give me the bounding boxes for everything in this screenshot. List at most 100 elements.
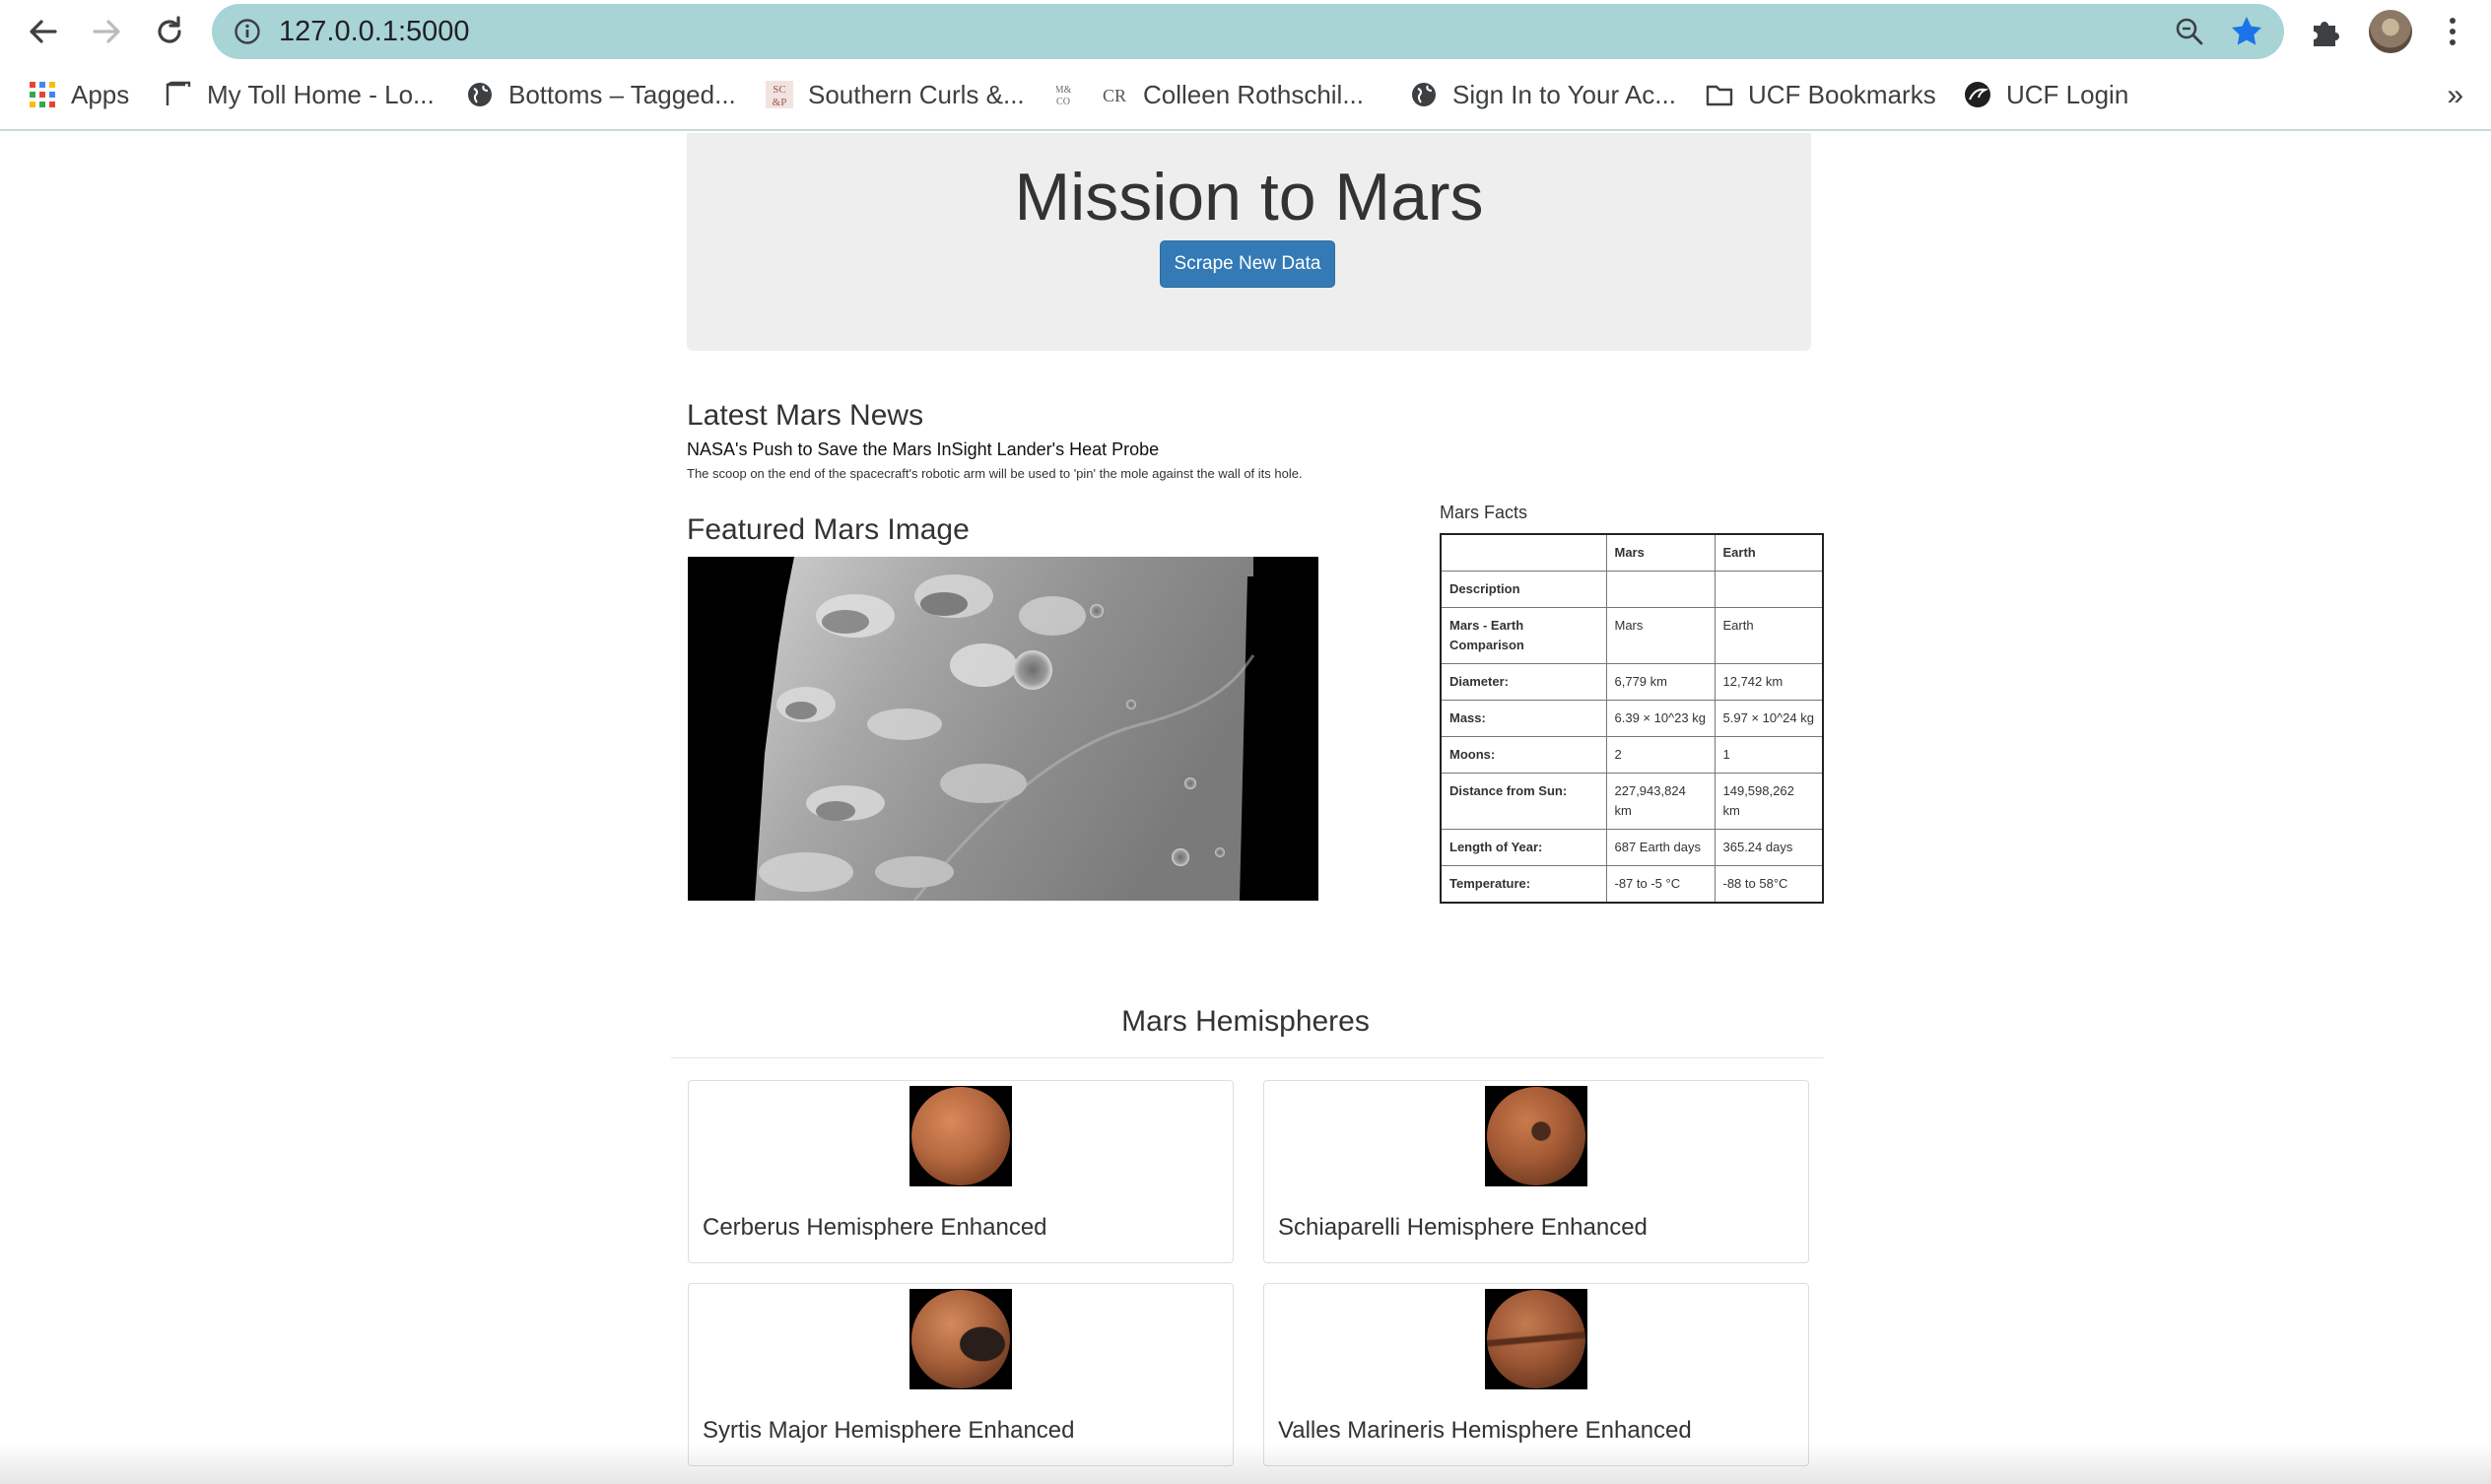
more-bookmarks-chevron-icon[interactable]: » xyxy=(2447,79,2463,112)
facts-mars-cell: 687 Earth days xyxy=(1605,829,1716,866)
scroll-shadow xyxy=(0,1444,2491,1484)
facts-row-label: Temperature: xyxy=(1440,865,1607,904)
schiaparelli-hemisphere-image xyxy=(1487,1087,1585,1185)
latest-news-heading: Latest Mars News xyxy=(687,399,924,432)
facts-row: Temperature: -87 to -5 °C -88 to 58°C xyxy=(1440,865,1824,904)
bookmark-sign-in[interactable]: Sign In to Your Ac... xyxy=(1409,77,1676,112)
jumbotron-header: Mission to Mars Scrape New Data xyxy=(687,133,1811,351)
facts-row-label: Mass: xyxy=(1440,700,1607,737)
facts-row: Mass: 6.39 × 10^23 kg 5.97 × 10^24 kg xyxy=(1440,700,1824,737)
hemisphere-title: Cerberus Hemisphere Enhanced xyxy=(703,1214,1047,1241)
facts-earth-cell: 365.24 days xyxy=(1714,829,1824,866)
facts-earth-cell: -88 to 58°C xyxy=(1714,865,1824,904)
mars-facts-heading: Mars Facts xyxy=(1440,503,1528,522)
svg-text:M&: M& xyxy=(1056,85,1072,96)
bookmarks-bar: Apps My Toll Home - Lo... Bottoms – Tagg… xyxy=(0,69,2491,120)
scrape-new-data-button[interactable]: Scrape New Data xyxy=(1160,240,1335,288)
browser-chrome: 127.0.0.1:5000 Apps My Toll Home - Lo...… xyxy=(0,0,2491,131)
hemisphere-card-syrtis-major[interactable]: Syrtis Major Hemisphere Enhanced xyxy=(688,1283,1234,1466)
news-paragraph: The scoop on the end of the spacecraft's… xyxy=(687,466,1303,481)
mars-surface-image xyxy=(688,557,1318,901)
facts-row-label: Description xyxy=(1440,571,1607,608)
facts-mars-cell xyxy=(1605,571,1716,608)
facts-row: Moons: 2 1 xyxy=(1440,736,1824,774)
hemisphere-thumbnail[interactable] xyxy=(909,1289,1012,1389)
hemisphere-title: Valles Marineris Hemisphere Enhanced xyxy=(1278,1417,1692,1444)
facts-row: Description xyxy=(1440,571,1824,608)
section-divider xyxy=(671,1057,1824,1058)
bookmark-southern-curls[interactable]: SC &P Southern Curls &... xyxy=(765,77,1025,112)
apps-grid-icon xyxy=(30,82,55,107)
facts-earth-cell xyxy=(1714,571,1824,608)
ucf-logo-icon xyxy=(1965,82,1990,107)
facts-mars-cell: 6,779 km xyxy=(1605,663,1716,701)
mars-facts-table: Mars Earth Description Mars - Earth Comp… xyxy=(1440,533,1824,904)
facts-row-label: Distance from Sun: xyxy=(1440,773,1607,830)
facts-header-row: Mars Earth xyxy=(1440,533,1824,572)
hemisphere-title: Schiaparelli Hemisphere Enhanced xyxy=(1278,1214,1648,1241)
forward-arrow-icon xyxy=(93,20,120,43)
bookmark-label: Colleen Rothschil... xyxy=(1143,79,1364,109)
bookmark-label: Bottoms – Tagged... xyxy=(508,79,736,109)
more-menu-icon[interactable] xyxy=(2441,12,2464,51)
svg-text:CO: CO xyxy=(1056,97,1070,107)
facts-row-label: Moons: xyxy=(1440,736,1607,774)
hemisphere-card-schiaparelli[interactable]: Schiaparelli Hemisphere Enhanced xyxy=(1263,1080,1809,1263)
bookmark-star-icon[interactable] xyxy=(2229,14,2264,49)
southern-curls-logo-icon: SC &P xyxy=(766,81,793,108)
page-viewport: Mission to Mars Scrape New Data Latest M… xyxy=(0,133,2491,1484)
facts-mars-cell: -87 to -5 °C xyxy=(1605,865,1716,904)
globe-icon xyxy=(468,83,492,106)
bookmark-apps[interactable]: Apps xyxy=(28,77,129,112)
folder-icon xyxy=(1706,85,1733,106)
hemispheres-heading: Mars Hemispheres xyxy=(1121,1005,1370,1038)
reload-icon xyxy=(158,16,181,43)
featured-mars-image[interactable] xyxy=(688,557,1318,901)
svg-text:CR: CR xyxy=(1103,86,1126,105)
bookmark-label: My Toll Home - Lo... xyxy=(207,79,435,109)
hemisphere-title: Syrtis Major Hemisphere Enhanced xyxy=(703,1417,1075,1444)
address-bar[interactable]: 127.0.0.1:5000 xyxy=(212,4,2284,59)
bookmark-label: UCF Bookmarks xyxy=(1748,79,1936,109)
hemisphere-thumbnail[interactable] xyxy=(1485,1086,1587,1186)
svg-text:&P: &P xyxy=(773,97,787,108)
featured-image-heading: Featured Mars Image xyxy=(687,513,970,546)
bookmark-label: Apps xyxy=(71,79,130,109)
page-title: Mission to Mars xyxy=(1014,160,1484,235)
facts-mars-cell: Mars xyxy=(1605,607,1716,664)
facts-header-cell: Earth xyxy=(1714,533,1824,572)
facts-mars-cell: 6.39 × 10^23 kg xyxy=(1605,700,1716,737)
bookmark-ucf-login[interactable]: UCF Login xyxy=(1963,77,2128,112)
news-title: NASA's Push to Save the Mars InSight Lan… xyxy=(687,439,1160,459)
reload-button[interactable] xyxy=(148,10,191,53)
bookmark-bottoms-tagged[interactable]: Bottoms – Tagged... xyxy=(465,77,736,112)
extensions-puzzle-icon[interactable] xyxy=(2308,14,2343,49)
facts-earth-cell: 1 xyxy=(1714,736,1824,774)
back-button[interactable] xyxy=(22,10,65,53)
facts-row: Length of Year: 687 Earth days 365.24 da… xyxy=(1440,829,1824,866)
bookmark-ucf-bookmarks[interactable]: UCF Bookmarks xyxy=(1705,77,1936,112)
facts-earth-cell: 5.97 × 10^24 kg xyxy=(1714,700,1824,737)
facts-earth-cell: Earth xyxy=(1714,607,1824,664)
bookmark-label: Southern Curls &... xyxy=(808,79,1025,109)
bookmark-my-toll-home[interactable]: My Toll Home - Lo... xyxy=(164,77,435,112)
site-info-icon[interactable] xyxy=(234,18,261,45)
bookmark-label: Sign In to Your Ac... xyxy=(1452,79,1676,109)
facts-row: Distance from Sun: 227,943,824 km 149,59… xyxy=(1440,773,1824,830)
facts-header-cell xyxy=(1440,533,1607,572)
facts-header-cell: Mars xyxy=(1605,533,1716,572)
url-text[interactable]: 127.0.0.1:5000 xyxy=(279,16,470,48)
hemisphere-card-valles-marineris[interactable]: Valles Marineris Hemisphere Enhanced xyxy=(1263,1283,1809,1466)
bookmark-colleen-rothschild[interactable]: M& CO CR Colleen Rothschil... xyxy=(1056,77,1364,112)
profile-avatar[interactable] xyxy=(2369,10,2412,53)
colleen-rothschild-monogram-icon: CR xyxy=(1103,86,1126,105)
hemisphere-thumbnail[interactable] xyxy=(1485,1289,1587,1389)
hemisphere-thumbnail[interactable] xyxy=(909,1086,1012,1186)
forward-button[interactable] xyxy=(85,10,128,53)
hemisphere-card-cerberus[interactable]: Cerberus Hemisphere Enhanced xyxy=(688,1080,1234,1263)
back-arrow-icon xyxy=(30,20,57,43)
valles-marineris-hemisphere-image xyxy=(1487,1290,1585,1388)
globe-icon xyxy=(1412,83,1436,106)
zoom-icon[interactable] xyxy=(2174,16,2205,47)
facts-mars-cell: 227,943,824 km xyxy=(1605,773,1716,830)
